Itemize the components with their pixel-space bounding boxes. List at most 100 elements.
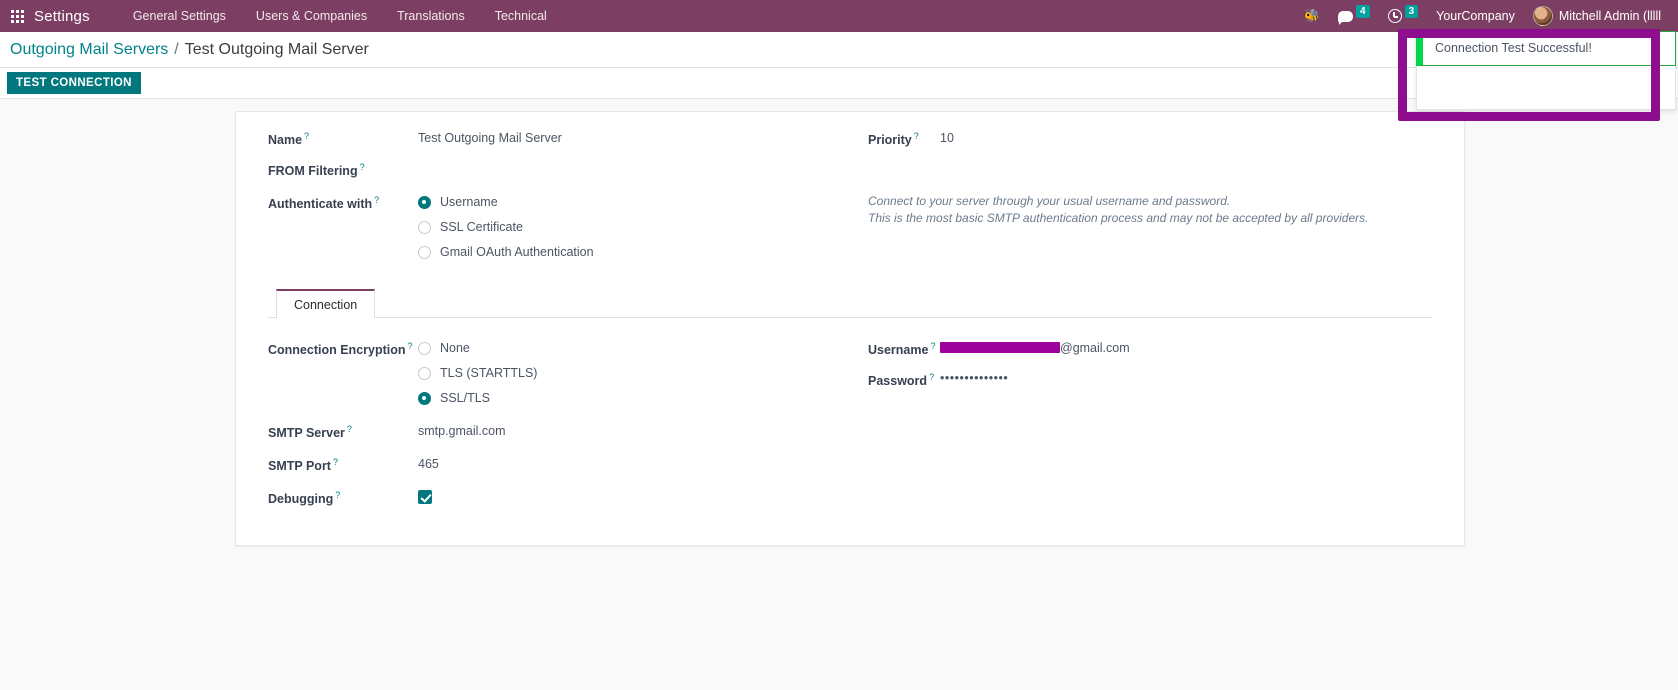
authenticate-hint-line-1: Connect to your server through your usua… [868,194,1231,208]
connection-columns: Connection Encryption? None TLS (STARTTL… [268,340,1432,521]
field-row-smtp-port: SMTP Port? 465 [268,456,868,475]
success-toast[interactable]: Connection Test Successful! [1416,31,1676,66]
value-smtp-server[interactable]: smtp.gmail.com [418,423,506,438]
user-menu[interactable]: Mitchell Admin (lllll [1524,0,1670,32]
field-row-priority: Priority? 10 [868,130,1432,149]
value-name[interactable]: Test Outgoing Mail Server [418,130,562,145]
label-connection-encryption: Connection Encryption? [268,340,418,357]
radio-option-tls-starttls[interactable]: TLS (STARTTLS) [418,366,537,380]
radio-option-none[interactable]: None [418,341,537,355]
radio-label-username: Username [440,195,498,209]
label-smtp-port: SMTP Port? [268,456,418,473]
debugging-checkbox[interactable] [418,490,432,504]
label-priority: Priority? [868,130,940,147]
label-name: Name? [268,130,418,147]
company-name: YourCompany [1436,9,1515,23]
label-authenticate-with-text: Authenticate with [268,197,373,212]
value-username[interactable]: @gmail.com [940,340,1130,355]
label-smtp-server-text: SMTP Server [268,426,345,441]
label-smtp-port-text: SMTP Port [268,459,331,474]
help-icon-connection-encryption[interactable]: ? [408,341,413,351]
field-row-smtp-server: SMTP Server? smtp.gmail.com [268,423,868,442]
label-from-filtering: FROM Filtering? [268,161,418,178]
value-priority[interactable]: 10 [940,130,954,145]
field-row-connection-encryption: Connection Encryption? None TLS (STARTTL… [268,340,868,405]
radio-option-ssl-certificate[interactable]: SSL Certificate [418,220,594,234]
apps-grid-icon[interactable] [0,0,34,32]
connection-right-column: Username? @gmail.com Password? •••••••••… [868,340,1432,521]
help-icon-smtp-server[interactable]: ? [347,424,352,434]
test-connection-button[interactable]: TEST CONNECTION [7,72,141,94]
authenticate-hint-block: Connect to your server through your usua… [868,191,1432,227]
app-brand-settings[interactable]: Settings [34,8,90,25]
form-view-scroll-area: Name? Test Outgoing Mail Server FROM Fil… [0,99,1678,690]
label-debugging-text: Debugging [268,492,334,507]
notification-zone: Connection Test Successful! [1416,31,1676,110]
messages-count-badge: 4 [1356,4,1370,18]
label-authenticate-with: Authenticate with? [268,194,418,211]
field-row-from-filtering: FROM Filtering? [268,161,868,180]
help-icon-from-filtering[interactable]: ? [360,162,365,172]
messages-menu[interactable]: 4 [1329,0,1379,32]
activities-count-badge: 3 [1404,4,1419,18]
bug-glyph: 🐝 [1303,8,1320,23]
radio-label-ssl-tls: SSL/TLS [440,391,491,405]
debug-bug-icon[interactable]: 🐝 [1295,0,1329,32]
menu-translations[interactable]: Translations [382,0,480,32]
top-navbar: Settings General Settings Users & Compan… [0,0,1678,32]
chat-bubble-icon [1338,10,1353,25]
radio-indicator-username[interactable] [418,195,431,209]
radio-indicator-tls-starttls[interactable] [418,366,431,380]
label-username-text: Username [868,343,929,358]
radio-indicator-ssl-tls[interactable] [418,391,431,405]
value-smtp-port[interactable]: 465 [418,456,439,471]
radio-option-gmail-oauth[interactable]: Gmail OAuth Authentication [418,245,594,259]
help-icon-password[interactable]: ? [929,372,934,382]
radio-option-ssl-tls[interactable]: SSL/TLS [418,391,537,405]
activities-menu[interactable]: 3 [1379,0,1428,32]
label-from-filtering-text: FROM Filtering [268,164,358,179]
value-password[interactable]: •••••••••••••• [940,371,1008,385]
toast-dropdown-panel [1416,66,1676,110]
field-row-authenticate-with: Authenticate with? Username SSL Certific… [268,194,868,259]
label-password: Password? [868,371,940,388]
help-icon-authenticate-with[interactable]: ? [374,195,379,205]
clock-icon [1387,9,1402,23]
menu-general-settings[interactable]: General Settings [118,0,241,32]
breadcrumb-separator: / [174,40,179,58]
radio-group-authenticate-with: Username SSL Certificate Gmail OAuth Aut… [418,194,594,259]
radio-option-username[interactable]: Username [418,195,594,209]
label-connection-encryption-text: Connection Encryption [268,343,406,358]
form-right-column: Priority? 10 Connect to your server thro… [868,130,1432,271]
avatar [1532,6,1553,26]
field-row-username: Username? @gmail.com [868,340,1432,359]
menu-technical[interactable]: Technical [480,0,562,32]
radio-label-none: None [440,341,470,355]
company-switcher[interactable]: YourCompany [1427,0,1524,32]
form-top-columns: Name? Test Outgoing Mail Server FROM Fil… [268,130,1432,271]
label-smtp-server: SMTP Server? [268,423,418,440]
radio-indicator-none[interactable] [418,341,431,355]
help-icon-debugging[interactable]: ? [335,490,340,500]
user-name: Mitchell Admin (lllll [1558,9,1661,23]
radio-indicator-ssl-certificate[interactable] [418,220,431,234]
connection-left-column: Connection Encryption? None TLS (STARTTL… [268,340,868,521]
label-debugging: Debugging? [268,489,418,506]
notebook-tabs: Connection [268,289,1432,318]
radio-indicator-gmail-oauth[interactable] [418,245,431,259]
authenticate-hint-line-2: This is the most basic SMTP authenticati… [868,211,1369,225]
breadcrumb-current-record: Test Outgoing Mail Server [184,40,369,58]
radio-group-connection-encryption: None TLS (STARTTLS) SSL/TLS [418,340,537,405]
field-row-password: Password? •••••••••••••• [868,371,1432,390]
help-icon-priority[interactable]: ? [914,131,919,141]
help-icon-name[interactable]: ? [304,131,309,141]
tab-connection[interactable]: Connection [276,289,376,318]
toast-message: Connection Test Successful! [1435,41,1592,55]
menu-users-companies[interactable]: Users & Companies [241,0,382,32]
field-row-name: Name? Test Outgoing Mail Server [268,130,868,149]
help-icon-username[interactable]: ? [930,341,935,351]
debugging-checkbox-wrap [418,489,432,509]
label-priority-text: Priority [868,133,912,148]
breadcrumb-root-link[interactable]: Outgoing Mail Servers [10,41,168,59]
help-icon-smtp-port[interactable]: ? [333,457,338,467]
